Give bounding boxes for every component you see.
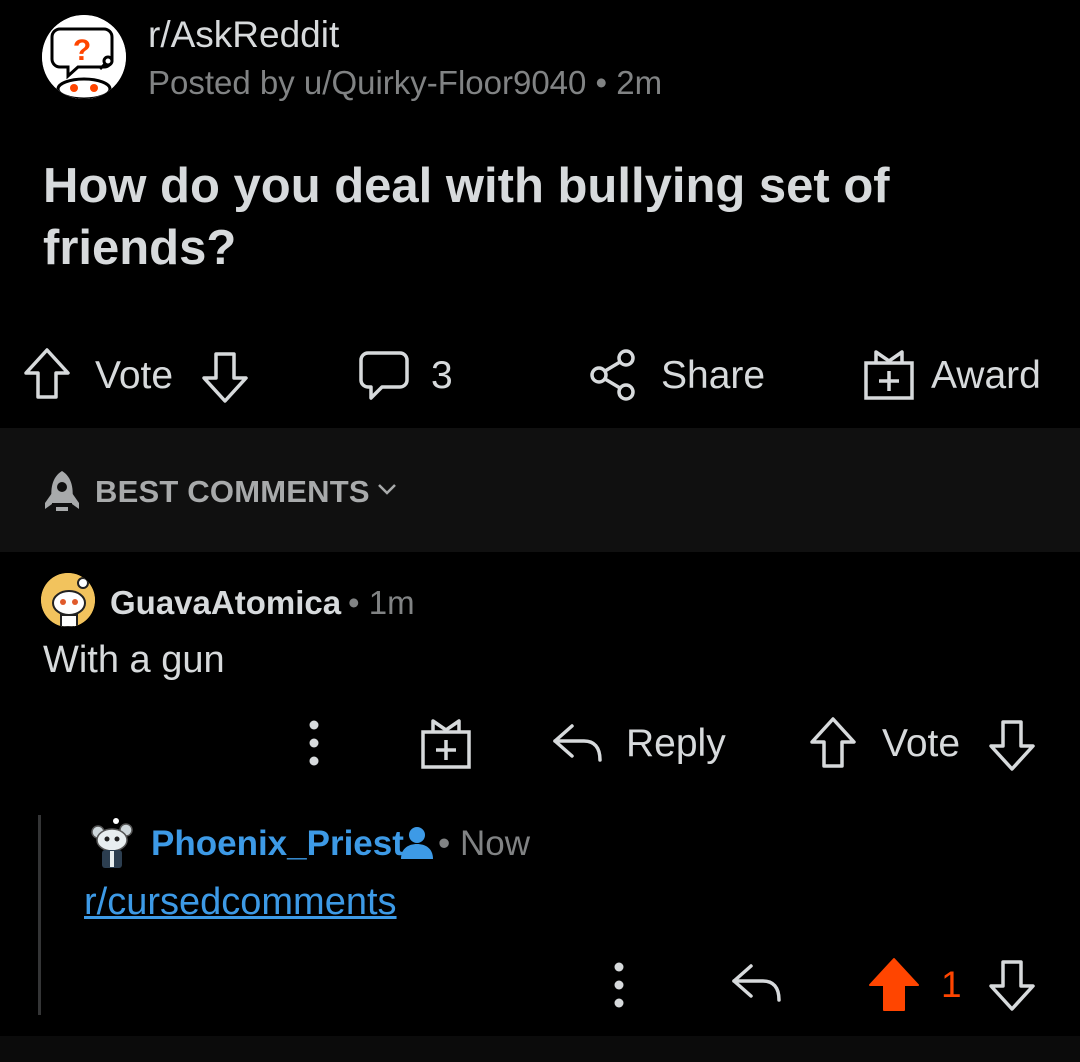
share-label: Share (661, 354, 766, 397)
bottom-divider (0, 1036, 1080, 1062)
comment-body: With a gun (43, 639, 225, 681)
chevron-down-icon[interactable] (376, 481, 398, 497)
reply-upvote-button[interactable] (867, 957, 921, 1013)
upvote-button[interactable] (22, 347, 72, 401)
gift-icon (421, 719, 471, 769)
arrow-up-icon (24, 348, 70, 399)
reply-label: Reply (626, 722, 726, 765)
arrow-up-filled-icon (869, 958, 919, 1011)
reply-button[interactable] (550, 720, 604, 766)
comment-time: • 1m (348, 584, 415, 621)
svg-text:?: ? (73, 34, 91, 67)
sort-label[interactable]: BEST COMMENTS (95, 474, 370, 510)
more-options-button[interactable] (300, 718, 328, 768)
arrow-up-icon (810, 717, 856, 768)
award-button[interactable] (862, 347, 916, 403)
post-vote-label: Vote (95, 354, 174, 397)
kebab-menu-icon (614, 962, 624, 1008)
comment-downvote-button[interactable] (987, 718, 1037, 772)
op-person-icon (399, 826, 435, 860)
comment-vote-label: Vote (882, 722, 961, 765)
snoo-avatar-icon (41, 573, 95, 627)
commenter-avatar[interactable] (41, 573, 95, 627)
subreddit-avatar[interactable]: ? (42, 15, 126, 99)
arrow-down-icon (202, 352, 248, 403)
reply-score: 1 (941, 964, 962, 1005)
snoo-avatar-icon (91, 818, 133, 868)
post-meta: Posted by u/Quirky-Floor9040 • 2m (148, 64, 663, 101)
reply-downvote-button[interactable] (987, 958, 1037, 1012)
reply-arrow-icon (553, 724, 602, 762)
thread-line[interactable] (38, 815, 41, 1015)
reply-arrow-icon (732, 964, 781, 1002)
rocket-icon (42, 469, 82, 513)
subreddit-link[interactable]: r/cursedcomments (84, 881, 397, 924)
award-label: Award (931, 354, 1041, 397)
comment-count: 3 (431, 354, 453, 397)
comments-button[interactable] (358, 349, 410, 403)
comment-upvote-button[interactable] (808, 716, 858, 770)
comment-author[interactable]: GuavaAtomica (110, 584, 341, 622)
arrow-down-icon (989, 720, 1035, 771)
reply-time: • Now (438, 824, 530, 863)
reply-more-options-button[interactable] (605, 960, 633, 1010)
reply-reply-button[interactable] (729, 960, 783, 1006)
arrow-down-icon (989, 960, 1035, 1011)
kebab-menu-icon (309, 720, 319, 766)
comment-award-button[interactable] (419, 716, 473, 772)
post-title[interactable]: How do you deal with bullying set of fri… (43, 155, 1043, 279)
reply-avatar[interactable] (88, 818, 138, 870)
downvote-button[interactable] (200, 350, 250, 404)
reply-author[interactable]: Phoenix_Priest (151, 824, 404, 864)
gift-icon (864, 350, 914, 400)
share-button[interactable] (588, 348, 638, 402)
share-icon (590, 349, 635, 401)
subreddit-name[interactable]: r/AskReddit (148, 14, 339, 56)
snoo-question-icon: ? (42, 15, 126, 99)
comment-bubble-icon (359, 351, 409, 400)
